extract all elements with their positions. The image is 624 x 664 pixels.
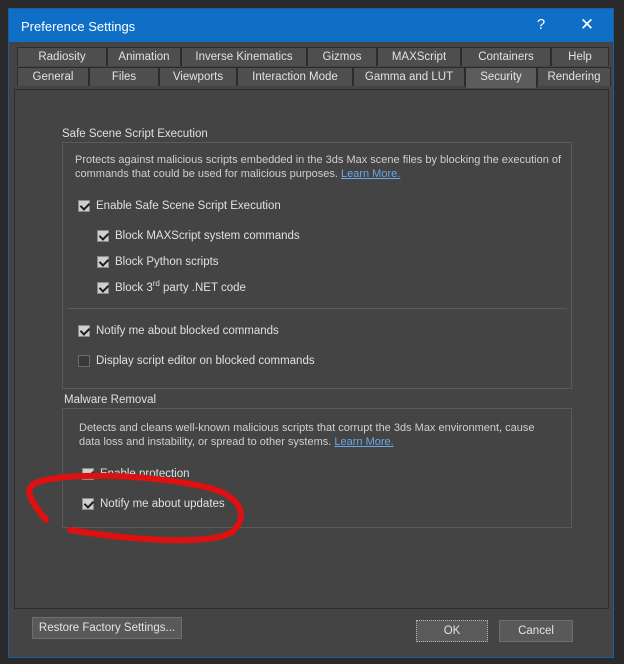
notify-blocked-row[interactable]: Notify me about blocked commands: [78, 323, 279, 339]
malware-description: Detects and cleans well-known malicious …: [79, 421, 535, 449]
tab-gizmos[interactable]: Gizmos: [307, 47, 377, 66]
tab-rendering[interactable]: Rendering: [537, 67, 611, 86]
tab-inverse-kinematics[interactable]: Inverse Kinematics: [181, 47, 307, 66]
block-python-row[interactable]: Block Python scripts: [97, 254, 219, 270]
ok-button[interactable]: OK: [416, 620, 488, 642]
tab-help[interactable]: Help: [551, 47, 609, 66]
malware-desc-line2: data loss and instability, or spread to …: [79, 436, 332, 448]
block-net-checkbox[interactable]: [97, 282, 109, 294]
tab-files[interactable]: Files: [89, 67, 159, 86]
enable-safe-scene-row[interactable]: Enable Safe Scene Script Execution: [78, 198, 281, 214]
enable-protection-label: Enable protection: [100, 468, 190, 480]
tab-general[interactable]: General: [17, 67, 89, 86]
safe-scene-group-title: Safe Scene Script Execution: [62, 128, 208, 140]
enable-protection-checkbox[interactable]: [82, 468, 94, 480]
window-title: Preference Settings: [21, 19, 136, 34]
malware-group-title: Malware Removal: [64, 394, 157, 406]
display-editor-checkbox[interactable]: [78, 355, 90, 367]
enable-protection-row[interactable]: Enable protection: [82, 466, 190, 482]
safe-scene-desc-line1: Protects against malicious scripts embed…: [75, 154, 562, 166]
restore-factory-settings-button[interactable]: Restore Factory Settings...: [32, 617, 182, 639]
block-net-label-pre: Block 3: [115, 282, 153, 294]
block-net-label-post: party .NET code: [159, 282, 246, 294]
safe-scene-separator: [67, 308, 567, 309]
enable-safe-scene-label: Enable Safe Scene Script Execution: [96, 200, 281, 212]
notify-updates-row[interactable]: Notify me about updates: [82, 496, 225, 512]
preference-settings-window: Preference Settings ? ✕ Radiosity Animat…: [8, 8, 614, 658]
notify-updates-label: Notify me about updates: [100, 498, 225, 510]
cancel-button[interactable]: Cancel: [499, 620, 573, 642]
block-net-row[interactable]: Block 3rd party .NET code: [97, 280, 246, 296]
block-net-label: Block 3rd party .NET code: [115, 279, 246, 294]
help-button[interactable]: ?: [521, 13, 561, 37]
tab-security[interactable]: Security: [465, 67, 537, 88]
tab-animation[interactable]: Animation: [107, 47, 181, 66]
display-editor-row[interactable]: Display script editor on blocked command…: [78, 353, 315, 369]
security-panel: Safe Scene Script Execution Protects aga…: [14, 89, 609, 609]
tab-viewports[interactable]: Viewports: [159, 67, 237, 86]
enable-safe-scene-checkbox[interactable]: [78, 200, 90, 212]
safe-scene-learn-more-link[interactable]: Learn More.: [341, 168, 400, 180]
notify-blocked-label: Notify me about blocked commands: [96, 325, 279, 337]
safe-scene-desc-line2: commands that could be used for maliciou…: [75, 168, 338, 180]
close-button[interactable]: ✕: [567, 13, 607, 37]
block-python-label: Block Python scripts: [115, 256, 219, 268]
block-maxscript-label: Block MAXScript system commands: [115, 230, 300, 242]
block-maxscript-row[interactable]: Block MAXScript system commands: [97, 228, 300, 244]
malware-desc-line1: Detects and cleans well-known malicious …: [79, 422, 535, 434]
tab-interaction-mode[interactable]: Interaction Mode: [237, 67, 353, 86]
malware-learn-more-link[interactable]: Learn More.: [334, 436, 393, 448]
block-maxscript-checkbox[interactable]: [97, 230, 109, 242]
tab-maxscript[interactable]: MAXScript: [377, 47, 461, 66]
notify-blocked-checkbox[interactable]: [78, 325, 90, 337]
tab-gamma-and-lut[interactable]: Gamma and LUT: [353, 67, 465, 86]
notify-updates-checkbox[interactable]: [82, 498, 94, 510]
safe-scene-description: Protects against malicious scripts embed…: [75, 153, 561, 181]
tab-containers[interactable]: Containers: [461, 47, 551, 66]
title-bar[interactable]: Preference Settings ? ✕: [9, 9, 613, 42]
tab-radiosity[interactable]: Radiosity: [17, 47, 107, 66]
block-python-checkbox[interactable]: [97, 256, 109, 268]
display-editor-label: Display script editor on blocked command…: [96, 355, 315, 367]
block-net-label-sup: rd: [152, 279, 160, 289]
